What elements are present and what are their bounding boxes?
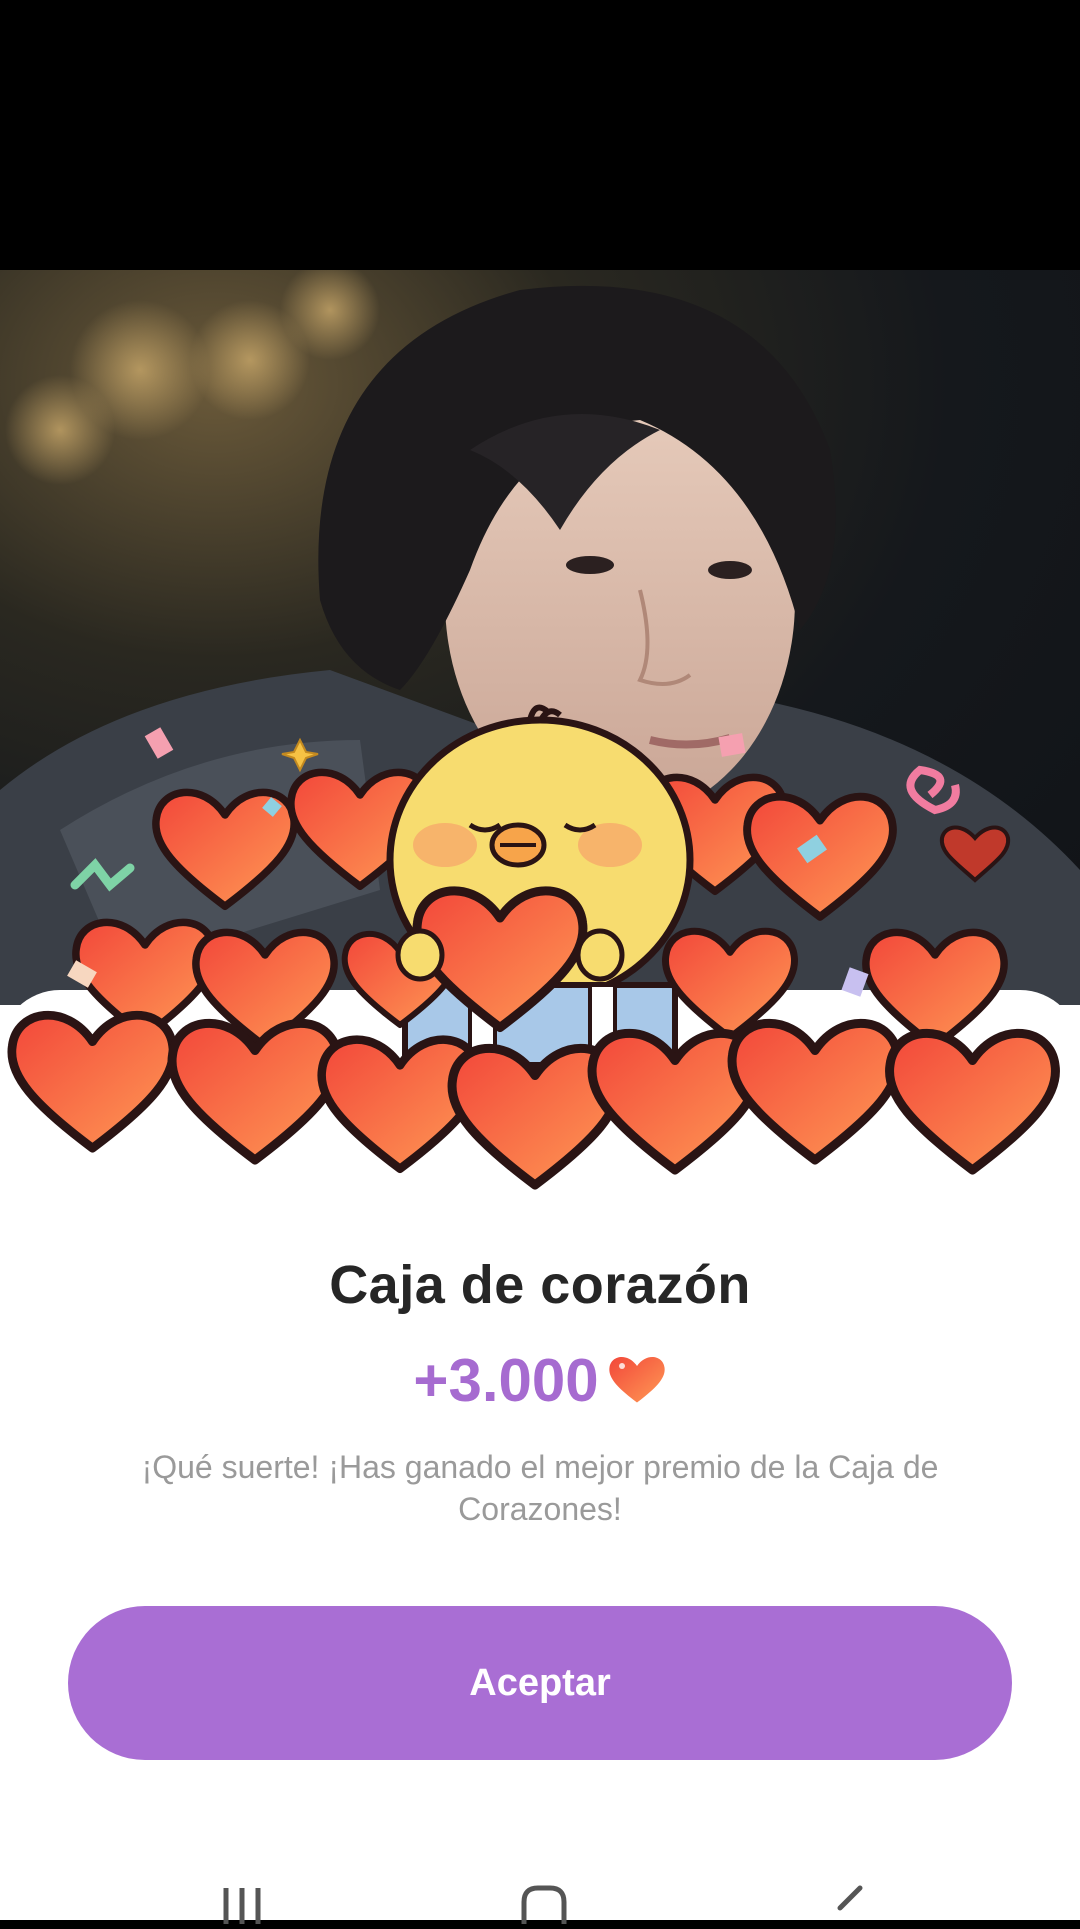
- reward-row: +3.000: [0, 1340, 1080, 1420]
- top-letterbox: [0, 0, 1080, 270]
- reward-message: ¡Qué suerte! ¡Has ganado el mejor premio…: [141, 1449, 939, 1527]
- home-icon[interactable]: [520, 1884, 568, 1929]
- reward-amount: +3.000: [413, 1346, 599, 1414]
- heart-box-illustration: [0, 690, 1080, 1210]
- recents-icon[interactable]: [218, 1884, 268, 1929]
- system-nav-bar: [0, 1860, 1080, 1924]
- dialog-title: Caja de corazón: [329, 1255, 751, 1315]
- heart-icon: [607, 1352, 667, 1408]
- back-icon[interactable]: [830, 1884, 870, 1929]
- accept-button[interactable]: Aceptar: [68, 1606, 1012, 1760]
